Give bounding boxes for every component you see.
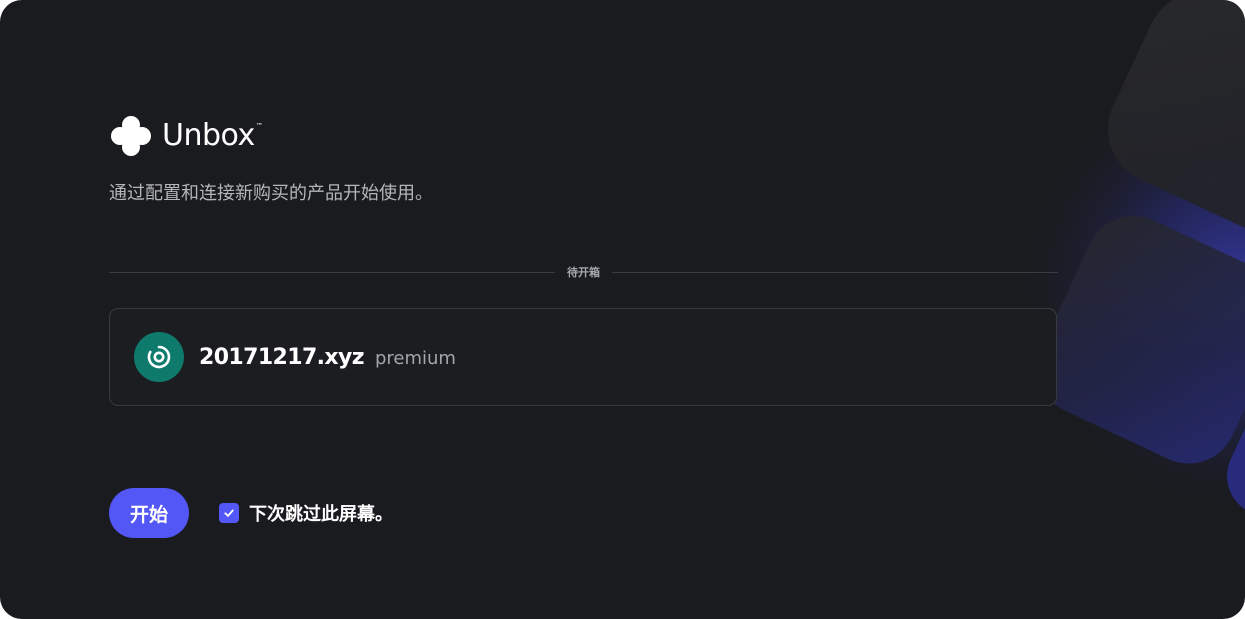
product-tier: premium [374, 347, 456, 369]
product-icon-badge [134, 332, 184, 382]
skip-checkbox[interactable] [219, 503, 239, 523]
app-subtitle: 通过配置和连接新购买的产品开始使用。 [109, 183, 433, 204]
disc-icon [147, 345, 171, 369]
divider-label: 待开箱 [567, 266, 600, 279]
app-logo: Unbox ™ [109, 114, 263, 158]
section-divider: 待开箱 [109, 262, 1058, 282]
skip-label: 下次跳过此屏幕。 [249, 504, 393, 525]
trademark-symbol: ™ [255, 122, 263, 130]
unbox-logo-icon [110, 115, 152, 157]
checkmark-icon [224, 509, 234, 517]
product-card[interactable]: 20171217.xyz premium [109, 308, 1057, 406]
skip-screen-option[interactable]: 下次跳过此屏幕。 [219, 500, 393, 526]
unbox-window: Unbox ™ 通过配置和连接新购买的产品开始使用。 待开箱 20171217.… [0, 0, 1245, 619]
divider-line-right [612, 271, 1058, 273]
divider-line-left [109, 271, 555, 273]
start-button[interactable]: 开始 [109, 488, 189, 538]
product-name: 20171217.xyz [199, 344, 365, 370]
app-name: Unbox [162, 118, 255, 153]
